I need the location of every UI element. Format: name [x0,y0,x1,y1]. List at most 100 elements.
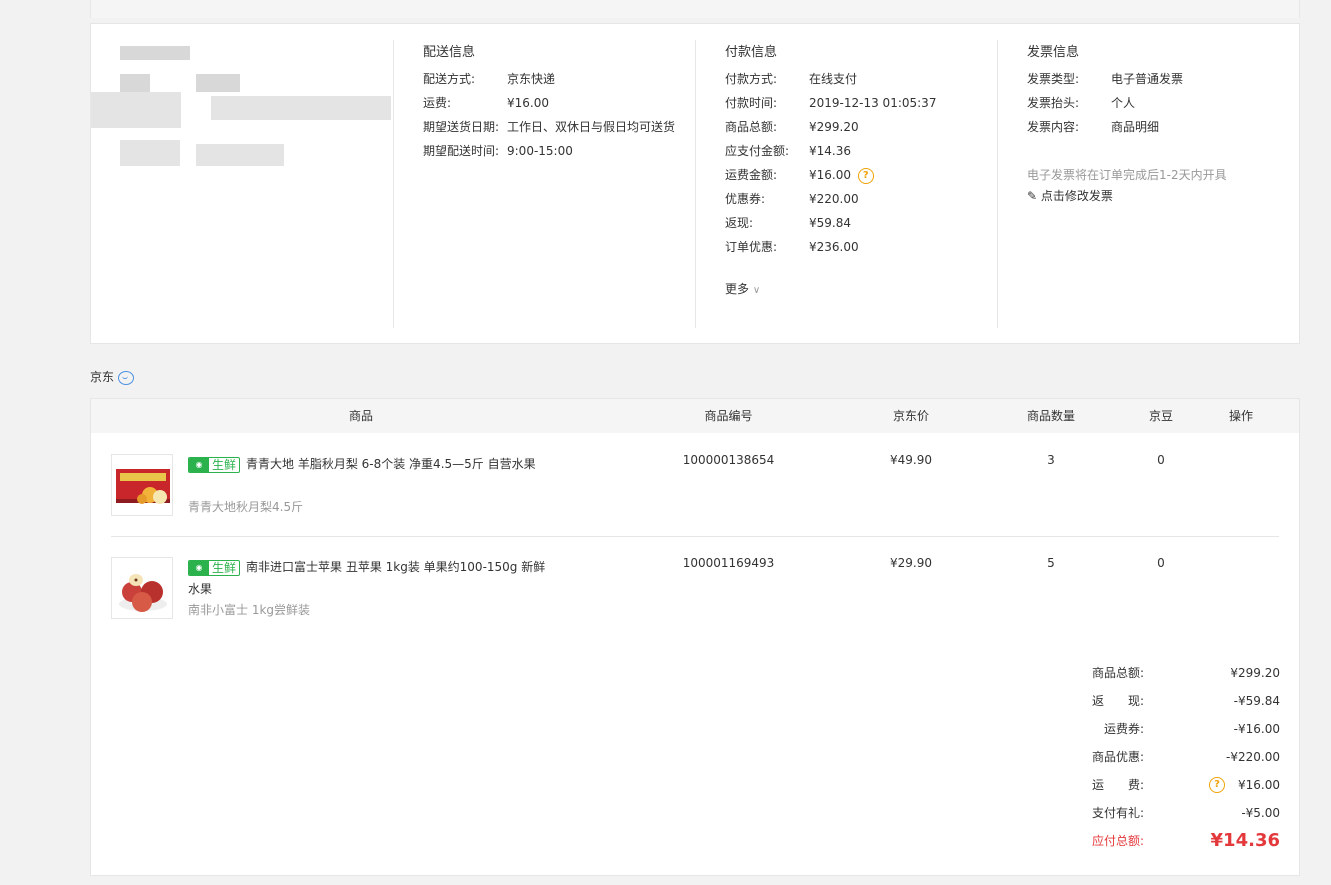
totals-row-goods: 商品总额: ¥299.20 [91,663,1301,683]
blurred-address-line [211,96,391,120]
product-name[interactable]: ◉ 生鲜 南非进口富士苹果 丑苹果 1kg装 单果约100-150g 新鲜水果 [188,556,548,600]
goods-total-value: ¥299.20 [809,120,859,134]
table-row: ◉ 生鲜 南非进口富士苹果 丑苹果 1kg装 单果约100-150g 新鲜水果 南非… [111,537,1279,640]
payment-method-label: 付款方式: [725,72,778,86]
chevron-down-icon: ∨ [752,285,761,296]
fresh-icon: ◉ [189,457,209,472]
header-beans: 京豆 [1148,409,1173,423]
coupon-value: ¥220.00 [809,192,859,206]
product-name-text: 南非进口富士苹果 丑苹果 1kg装 单果约100-150g 新鲜水果 [188,560,546,596]
goods-total-value: ¥299.20 [1230,666,1280,680]
invoice-info-column: 发票信息 发票类型: 电子普通发票 发票抬头: 个人 发票内容: 商品明细 电子发票将… [997,40,1299,328]
totals-row-freight-coupon: 运费券: -¥16.00 [91,719,1301,739]
more-button[interactable]: 更多 ∨ [725,280,760,297]
freight-label: 运 费: [1091,778,1144,792]
totals-row-gift: 支付有礼: -¥5.00 [91,803,1301,823]
total-payable-value: ¥14.36 [1210,830,1280,851]
product-beans: 0 [1157,453,1165,467]
cashback-value: ¥59.84 [809,216,851,230]
fresh-tag: ◉ 生鲜 [188,456,241,473]
edit-invoice-label: 点击修改发票 [1040,189,1113,203]
blurred-address-line [91,92,181,128]
product-name-text: 青青大地 羊脂秋月梨 6-8个装 净重4.5—5斤 自营水果 [246,457,536,471]
invoice-content-label: 发票内容: [1027,120,1080,134]
cashback-label: 返 现: [1091,694,1144,708]
goods-discount-value: -¥220.00 [1226,750,1280,764]
freight-coupon-value: -¥16.00 [1233,722,1280,736]
expected-date-value: 工作日、双休日与假日均可送货 [507,120,676,134]
delivery-info-column: 配送信息 配送方式: 京东快递 运费: ¥16.00 期望送货日期: 工作日、双休日与… [393,40,695,328]
product-name[interactable]: ◉ 生鲜 青青大地 羊脂秋月梨 6-8个装 净重4.5—5斤 自营水果 [188,453,548,475]
blurred-phone [120,140,180,166]
amount-due-label: 应支付金额: [725,144,790,158]
help-icon[interactable]: ? [857,167,874,184]
blurred-address-line [196,74,240,92]
goods-total-label: 商品总额: [725,120,778,134]
delivery-method-value: 京东快递 [507,72,556,86]
freight-coupon-label: 运费券: [1103,722,1144,736]
product-subtitle: 青青大地秋月梨4.5斤 [188,500,304,514]
fresh-icon: ◉ [189,560,209,575]
product-table: 商品 商品编号 京东价 商品数量 京豆 操作 ◉ 生鲜 青青大地 羊脂秋月梨 6-8… [90,398,1300,639]
invoice-note: 电子发票将在订单完成后1-2天内开具 [1027,168,1227,182]
product-image-apples[interactable] [111,557,173,619]
coupon-label: 优惠券: [725,192,766,206]
more-label: 更多 [725,282,750,296]
payment-gift-value: -¥5.00 [1241,806,1280,820]
cashback-value: -¥59.84 [1233,694,1280,708]
product-sku: 100000138654 [682,453,775,467]
freight-amount-value: ¥16.00 ? [809,163,874,187]
header-price: 京东价 [892,409,929,423]
product-sku: 100001169493 [682,556,775,570]
freight-amount-label: 运费金额: [725,168,778,182]
shipping-fee-label: 运费: [423,96,452,110]
blurred-address-line [120,74,150,92]
invoice-header-value: 个人 [1111,96,1136,110]
shop-name-row: 京东 [90,368,135,386]
order-totals: 商品总额: ¥299.20 返 现: -¥59.84 运费券: -¥16.00 商品优… [90,638,1300,876]
goods-discount-label: 商品优惠: [1091,750,1144,764]
invoice-header-label: 发票抬头: [1027,96,1080,110]
fresh-tag: ◉ 生鲜 [188,559,241,576]
product-price: ¥29.90 [890,556,932,570]
totals-row-freight: 运 费: ? ¥16.00 [91,775,1301,795]
top-strip [90,0,1300,18]
payment-time-value: 2019-12-13 01:05:37 [809,96,937,110]
totals-row-goods-discount: 商品优惠: -¥220.00 [91,747,1301,767]
delivery-title: 配送信息 [423,45,476,60]
address-column [91,40,393,328]
product-image-pears[interactable] [111,454,173,516]
chat-bubble-icon[interactable] [118,370,135,385]
product-quantity: 3 [1047,453,1055,467]
edit-invoice-link[interactable]: ✎ 点击修改发票 [1027,187,1113,204]
header-quantity: 商品数量 [1026,409,1075,423]
order-discount-label: 订单优惠: [725,240,778,254]
header-sku: 商品编号 [704,409,753,423]
payment-info-column: 付款信息 付款方式: 在线支付 付款时间: 2019-12-13 01:05:37 … [695,40,997,328]
total-payable-label: 应付总额: [1091,834,1144,848]
header-product: 商品 [348,409,373,423]
totals-row-payable: 应付总额: ¥14.36 [91,831,1301,851]
blurred-receiver-name [120,46,190,60]
table-header: 商品 商品编号 京东价 商品数量 京豆 操作 [91,399,1299,433]
help-icon[interactable]: ? [1209,777,1225,793]
cashback-label: 返现: [725,216,754,230]
expected-date-label: 期望送货日期: [423,120,500,134]
product-beans: 0 [1157,556,1165,570]
header-actions: 操作 [1228,409,1253,423]
goods-total-label: 商品总额: [1091,666,1144,680]
order-info-panel: 配送信息 配送方式: 京东快递 运费: ¥16.00 期望送货日期: 工作日、双休日与… [90,23,1300,344]
expected-time-value: 9:00-15:00 [507,144,573,158]
shop-name[interactable]: 京东 [90,370,114,384]
invoice-content-value: 商品明细 [1111,120,1160,134]
fresh-tag-label: 生鲜 [212,560,237,575]
product-quantity: 5 [1047,556,1055,570]
blurred-phone [196,144,284,166]
shipping-fee-value: ¥16.00 [507,96,549,110]
product-price: ¥49.90 [890,453,932,467]
payment-time-label: 付款时间: [725,96,778,110]
fresh-tag-label: 生鲜 [212,457,237,472]
table-row: ◉ 生鲜 青青大地 羊脂秋月梨 6-8个装 净重4.5—5斤 自营水果 青青大地秋月… [111,434,1279,537]
invoice-type-value: 电子普通发票 [1111,72,1184,86]
order-discount-value: ¥236.00 [809,240,859,254]
